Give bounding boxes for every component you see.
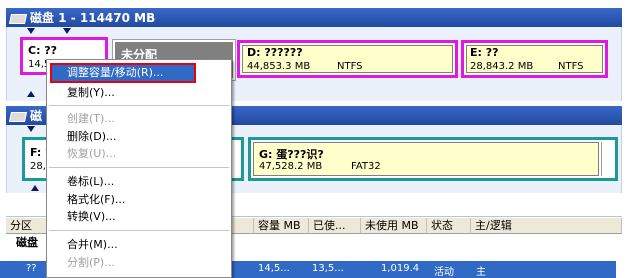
cell-status: 活动 <box>434 267 454 278</box>
menu-item-delete[interactable]: 删除(D)... <box>67 128 117 145</box>
cell-used: 13,5... <box>312 263 344 274</box>
cell-capacity: 14,5... <box>258 263 290 274</box>
partition-g-fs: FAT32 <box>351 161 381 172</box>
partition-g[interactable]: G: 蛋???识? 47,528.2 MB FAT32 <box>248 137 618 181</box>
partition-d-fs: NTFS <box>337 61 363 72</box>
menu-item-label[interactable]: 卷标(L)... <box>67 173 114 190</box>
partition-c-name: C: ?? <box>28 44 58 57</box>
partition-d-size: 44,853.3 MB <box>247 61 311 72</box>
menu-item-copy[interactable]: 复制(Y)... <box>67 84 115 101</box>
marker-down-icon <box>63 28 71 34</box>
partition-e[interactable]: E: ?? 28,843.2 MB NTFS <box>461 40 608 78</box>
disk1-header[interactable]: 磁盘 1 - 114470 MB <box>6 8 622 27</box>
marker-down-icon <box>27 28 35 34</box>
menu-item-resize-move[interactable]: 调整容量/移动(R)... <box>50 63 196 83</box>
cell-partition: ?? <box>26 263 37 274</box>
menu-separator <box>49 167 229 168</box>
disk-icon <box>10 110 24 121</box>
menu-item-resize-move-label: 调整容量/移动(R)... <box>67 66 164 79</box>
marker-up-icon <box>31 185 39 191</box>
menu-separator <box>49 230 229 231</box>
partition-e-fs: NTFS <box>558 61 584 72</box>
col-header-unused[interactable]: 未使用 MB <box>361 218 427 234</box>
col-header-type[interactable]: 主/逻辑 <box>471 218 622 234</box>
menu-item-recover[interactable]: 恢复(U)... <box>67 145 116 162</box>
menu-item-split[interactable]: 分割(P)... <box>67 254 115 271</box>
cell-type: 主 <box>476 267 486 278</box>
partition-g-name: G: 蛋???识? <box>259 148 324 161</box>
marker-down-icon <box>27 126 35 132</box>
disk-icon <box>10 12 24 23</box>
menu-item-merge[interactable]: 合并(M)... <box>67 236 118 253</box>
context-menu: 调整容量/移动(R)... 复制(Y)... 创建(T)... 删除(D)...… <box>46 59 232 278</box>
partition-g-size: 47,528.2 MB <box>259 161 323 172</box>
cell-unused: 1,019.4 <box>381 263 420 274</box>
partition-e-size: 28,843.2 MB <box>470 61 534 72</box>
partition-e-name: E: ?? <box>470 46 499 59</box>
col-header-capacity[interactable]: 容量 MB <box>254 218 309 234</box>
col-header-partition[interactable]: 分区 <box>6 218 48 234</box>
disk2-title: 磁 <box>30 109 43 123</box>
menu-item-convert[interactable]: 转换(V)... <box>67 208 116 225</box>
menu-item-create[interactable]: 创建(T)... <box>67 110 115 127</box>
partition-d[interactable]: D: ?????? 44,853.3 MB NTFS <box>237 40 458 78</box>
partition-g-scrollbar[interactable] <box>601 142 613 176</box>
col-header-used[interactable]: 已使... <box>309 218 361 234</box>
disk1-title: 磁盘 1 - 114470 MB <box>30 11 156 25</box>
marker-up-icon <box>27 91 35 97</box>
partition-d-name: D: ?????? <box>247 46 303 59</box>
menu-item-format[interactable]: 格式化(F)... <box>67 191 125 208</box>
col-header-status[interactable]: 状态 <box>427 218 471 234</box>
menu-separator <box>49 105 229 106</box>
